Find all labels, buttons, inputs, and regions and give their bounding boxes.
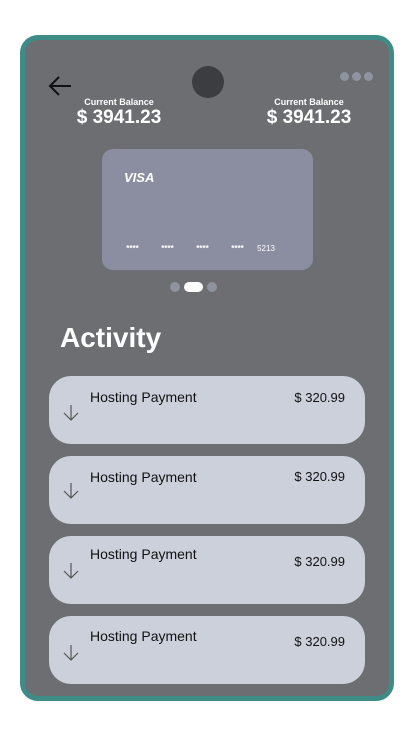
transaction-name: Hosting Payment: [90, 469, 197, 485]
carousel-dot[interactable]: [207, 282, 217, 292]
transaction-name: Hosting Payment: [90, 628, 197, 644]
balance-left: Current Balance $ 3941.23: [73, 97, 165, 129]
balance-amount: $ 3941.23: [76, 107, 162, 128]
transaction-item[interactable]: Hosting Payment $ 320.99: [49, 616, 365, 684]
transaction-name: Hosting Payment: [90, 389, 197, 405]
more-options-icon[interactable]: [340, 72, 373, 81]
arrow-down-icon: [63, 563, 79, 579]
transaction-amount: $ 320.99: [294, 634, 345, 649]
card-number-group: ****: [231, 244, 244, 253]
card-number: **** **** **** **** 5213: [115, 244, 277, 253]
carousel-dot[interactable]: [170, 282, 180, 292]
transaction-item[interactable]: Hosting Payment $ 320.99: [49, 376, 365, 444]
card-number-group: ****: [161, 244, 174, 253]
transaction-name: Hosting Payment: [90, 546, 197, 562]
carousel-dot-active[interactable]: [184, 282, 203, 292]
balance-label: Current Balance: [274, 97, 344, 107]
transaction-item[interactable]: Hosting Payment $ 320.99: [49, 456, 365, 524]
transaction-amount: $ 320.99: [294, 390, 345, 405]
camera-icon: [192, 66, 224, 98]
arrow-down-icon: [63, 405, 79, 421]
arrow-down-icon: [63, 645, 79, 661]
activity-title: Activity: [60, 322, 162, 353]
phone-frame: Current Balance $ 3941.23 Current Balanc…: [20, 35, 394, 701]
transaction-amount: $ 320.99: [294, 469, 345, 484]
balance-right: Current Balance $ 3941.23: [263, 97, 355, 129]
card-brand: VISA: [124, 170, 155, 185]
transaction-amount: $ 320.99: [294, 554, 345, 569]
card-last4: 5213: [257, 244, 275, 253]
balance-amount: $ 3941.23: [266, 107, 352, 128]
credit-card[interactable]: VISA **** **** **** **** 5213: [102, 149, 313, 270]
back-arrow-icon[interactable]: [47, 73, 73, 99]
transaction-item[interactable]: Hosting Payment $ 320.99: [49, 536, 365, 604]
card-number-group: ****: [126, 244, 139, 253]
card-number-group: ****: [196, 244, 209, 253]
carousel-indicator: [170, 282, 217, 292]
arrow-down-icon: [63, 483, 79, 499]
balance-label: Current Balance: [84, 97, 154, 107]
